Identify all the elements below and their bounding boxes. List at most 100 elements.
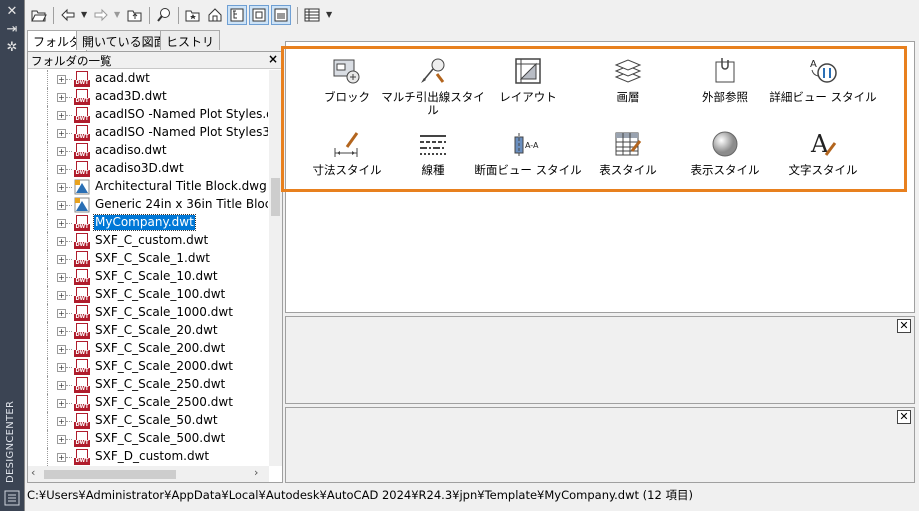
palette-grip-icon[interactable] (4, 490, 20, 506)
scrollbar-thumb[interactable] (44, 470, 176, 479)
tab-open-drawings[interactable]: 開いている図面 (76, 30, 172, 50)
content-item[interactable]: A 文字スタイル (768, 128, 878, 192)
autohide-icon[interactable]: ⇥ (4, 23, 20, 37)
tree-item[interactable]: + DWT MyCompany.dwt (28, 214, 268, 232)
content-item[interactable]: A-A 断面ビュー スタイル (473, 128, 583, 192)
tree-item[interactable]: + DWT SXF_C_Scale_1.dwt (28, 250, 268, 268)
horizontal-scrollbar[interactable]: ‹ › (28, 466, 269, 482)
tree-item[interactable]: + DWT SXF_C_custom.dwt (28, 232, 268, 250)
views-dropdown-icon[interactable]: ▼ (326, 10, 332, 19)
tree-item[interactable]: + Generic 24in x 36in Title Block.dv (28, 196, 268, 214)
expand-icon[interactable]: + (57, 111, 66, 120)
tree-item[interactable]: + DWT SXF_C_Scale_2000.dwt (28, 358, 268, 376)
expand-icon[interactable]: + (57, 93, 66, 102)
tree-item-label: acadISO -Named Plot Styles.dwt (95, 107, 268, 121)
content-item[interactable]: 線種 (378, 128, 488, 192)
content-item-label: 詳細ビュー スタイル (769, 90, 877, 104)
tree-item[interactable]: + DWT acadiso.dwt (28, 142, 268, 160)
content-item[interactable]: 画層 (573, 55, 683, 119)
tree-item-label: SXF_C_Scale_20.dwt (95, 323, 218, 337)
expand-icon[interactable]: + (57, 399, 66, 408)
home-icon[interactable] (205, 5, 225, 25)
favorites-icon[interactable] (183, 5, 203, 25)
content-item[interactable]: レイアウト (473, 55, 583, 119)
dwt-icon: DWT (74, 233, 90, 249)
content-item-label: レイアウト (499, 90, 557, 104)
expand-icon[interactable]: + (57, 273, 66, 282)
content-item[interactable]: A 詳細ビュー スタイル (768, 55, 878, 119)
expand-icon[interactable]: + (57, 345, 66, 354)
expand-icon[interactable]: + (57, 291, 66, 300)
back-icon[interactable] (58, 5, 78, 25)
expand-icon[interactable]: + (57, 453, 66, 462)
close-icon[interactable]: × (268, 52, 278, 66)
properties-icon[interactable]: ✲ (4, 41, 20, 55)
forward-dropdown-icon[interactable]: ▼ (114, 10, 120, 19)
description-icon[interactable] (271, 5, 291, 25)
close-preview-icon[interactable]: ✕ (897, 319, 911, 333)
expand-icon[interactable]: + (57, 363, 66, 372)
tree-item[interactable]: + DWT SXF_C_Scale_250.dwt (28, 376, 268, 394)
dwt-icon: DWT (74, 107, 90, 123)
forward-icon[interactable] (91, 5, 111, 25)
tree-item[interactable]: + DWT SXF_C_Scale_1000.dwt (28, 304, 268, 322)
expand-icon[interactable]: + (57, 255, 66, 264)
scroll-left-icon[interactable]: ‹ (31, 466, 35, 479)
xref-icon (709, 55, 741, 87)
expand-icon[interactable]: + (57, 417, 66, 426)
tree-item[interactable]: + DWT SXF_C_Scale_20.dwt (28, 322, 268, 340)
content-item-label: 線種 (421, 163, 445, 177)
content-item[interactable]: 表スタイル (573, 128, 683, 192)
tree-item-label: SXF_C_Scale_50.dwt (95, 413, 218, 427)
expand-icon[interactable]: + (57, 219, 66, 228)
views-icon[interactable] (302, 5, 322, 25)
dwt-icon: DWT (74, 161, 90, 177)
expand-icon[interactable]: + (57, 237, 66, 246)
expand-icon[interactable]: + (57, 147, 66, 156)
up-icon[interactable] (125, 5, 145, 25)
linetype-icon (417, 128, 449, 160)
preview-icon[interactable] (249, 5, 269, 25)
scroll-right-icon[interactable]: › (254, 466, 258, 479)
palette-titlebar[interactable]: ✕ ⇥ ✲ DESIGNCENTER (0, 0, 24, 511)
tree-item[interactable]: + DWT SXF_C_Scale_10.dwt (28, 268, 268, 286)
content-item[interactable]: 外部参照 (670, 55, 780, 119)
tree-item[interactable]: + DWT acadISO -Named Plot Styles.dwt (28, 106, 268, 124)
expand-icon[interactable]: + (57, 201, 66, 210)
tree-item[interactable]: + DWT SXF_C_Scale_100.dwt (28, 286, 268, 304)
content-item[interactable]: 表示スタイル (670, 128, 780, 192)
tree-item[interactable]: + DWT SXF_C_Scale_50.dwt (28, 412, 268, 430)
load-icon[interactable] (29, 5, 49, 25)
expand-icon[interactable]: + (57, 327, 66, 336)
content-item[interactable]: マルチ引出線スタイル (378, 55, 488, 119)
search-icon[interactable] (154, 5, 174, 25)
close-description-icon[interactable]: ✕ (897, 410, 911, 424)
expand-icon[interactable]: + (57, 435, 66, 444)
tree-item[interactable]: + DWT SXF_C_Scale_500.dwt (28, 430, 268, 448)
tree-item[interactable]: + DWT SXF_C_Scale_2500.dwt (28, 394, 268, 412)
expand-icon[interactable]: + (57, 75, 66, 84)
folder-tree: + DWT acad.dwt + DWT acad3D.dwt + DWT acadISO -N… (28, 70, 268, 466)
tree-item[interactable]: + DWT acad.dwt (28, 70, 268, 88)
tree-item[interactable]: + Architectural Title Block.dwg (28, 178, 268, 196)
content-item-label: 画層 (616, 90, 640, 104)
folder-list-header: フォルダの一覧 × (28, 52, 282, 69)
back-dropdown-icon[interactable]: ▼ (81, 10, 87, 19)
dwt-icon: DWT (74, 143, 90, 159)
expand-icon[interactable]: + (57, 183, 66, 192)
tree-item[interactable]: + DWT acadiso3D.dwt (28, 160, 268, 178)
folder-list-pane: フォルダの一覧 × + DWT acad.dwt + DWT acad3D.dwt + DWT… (27, 51, 283, 483)
tree-item[interactable]: + DWT SXF_D_custom.dwt (28, 448, 268, 466)
dwt-icon: DWT (74, 215, 90, 231)
expand-icon[interactable]: + (57, 165, 66, 174)
tab-history[interactable]: ヒストリ (160, 30, 221, 50)
tree-item[interactable]: + DWT acad3D.dwt (28, 88, 268, 106)
tree-item[interactable]: + DWT SXF_C_Scale_200.dwt (28, 340, 268, 358)
tree-item[interactable]: + DWT acadISO -Named Plot Styles3D.d (28, 124, 268, 142)
close-icon[interactable]: ✕ (4, 5, 20, 19)
expand-icon[interactable]: + (57, 129, 66, 138)
scrollbar-thumb[interactable] (271, 178, 280, 216)
expand-icon[interactable]: + (57, 381, 66, 390)
tree-toggle-icon[interactable] (227, 5, 247, 25)
expand-icon[interactable]: + (57, 309, 66, 318)
